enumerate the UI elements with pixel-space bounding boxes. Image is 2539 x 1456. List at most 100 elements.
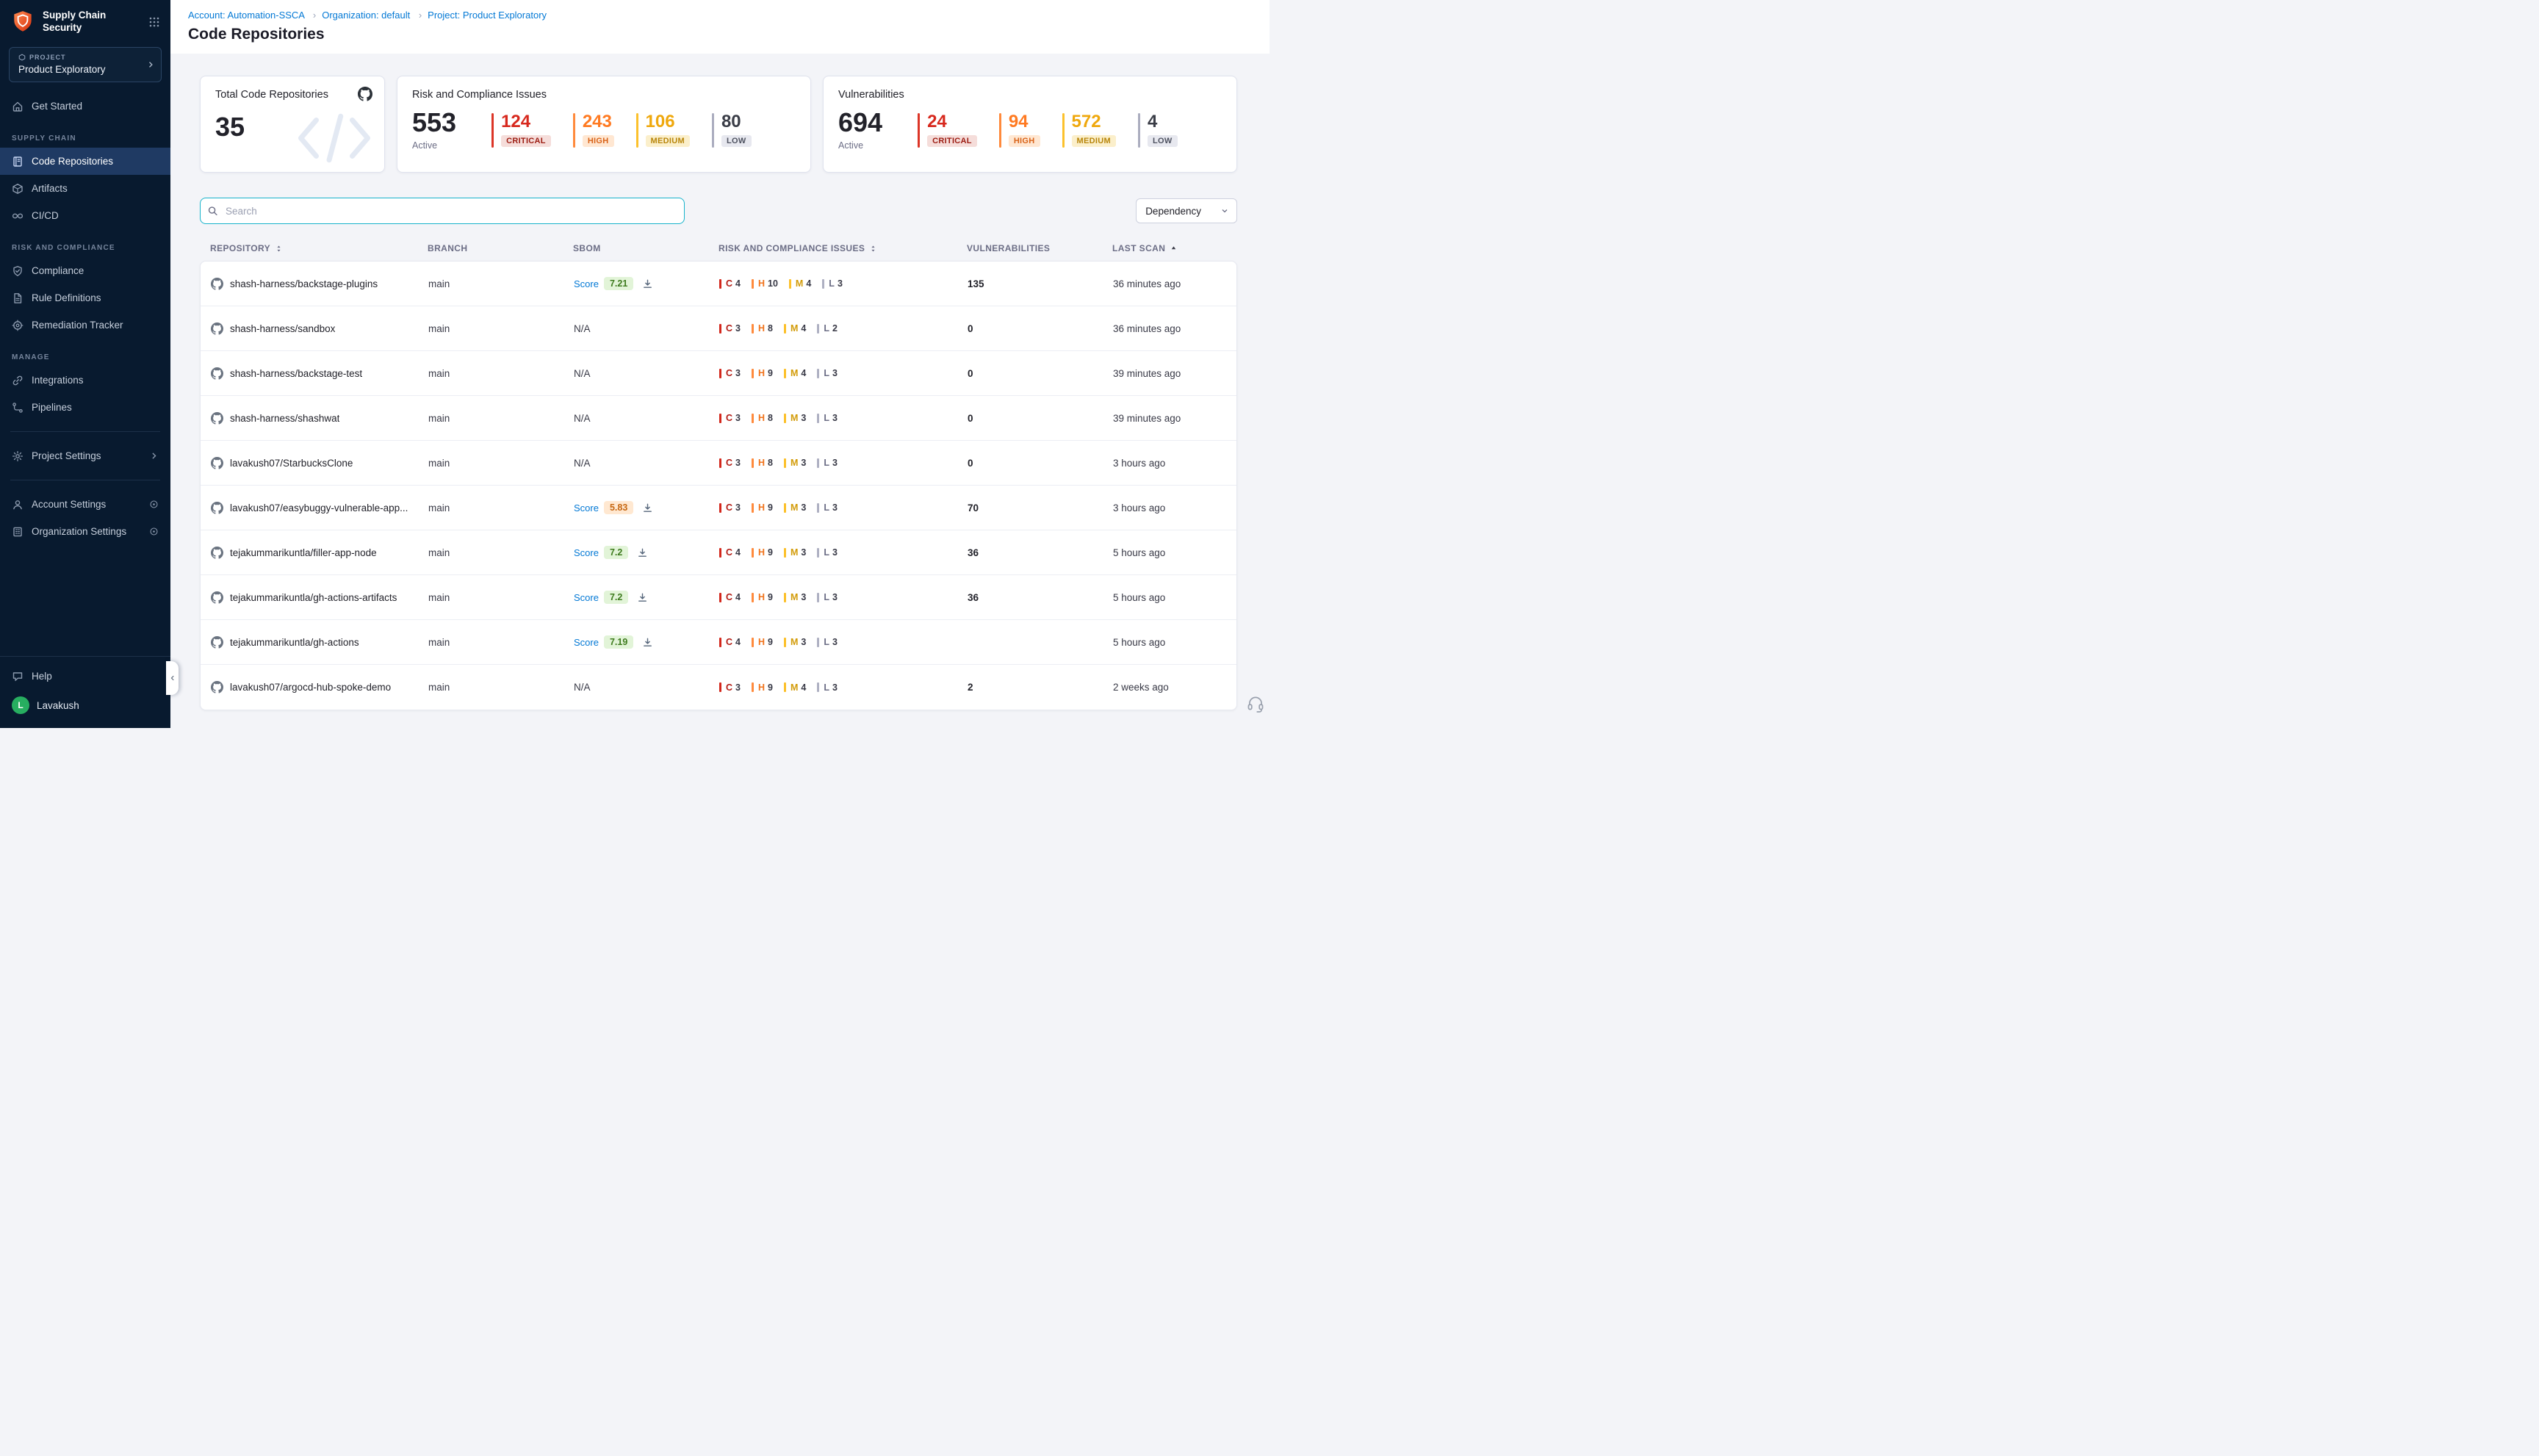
home-icon	[12, 101, 24, 112]
low-count: L2	[817, 323, 838, 334]
sbom-score-value[interactable]: 7.2	[604, 546, 628, 559]
breadcrumb-link[interactable]: Account: Automation-SSCA	[188, 10, 304, 21]
sidebar-item-artifacts[interactable]: Artifacts	[0, 175, 170, 202]
severity-count: 106	[646, 113, 690, 131]
high-count: H9	[752, 682, 773, 693]
sidebar-nav: Get Started SUPPLY CHAIN Code Repositori…	[0, 85, 170, 656]
table-row[interactable]: shash-harness/sandbox main N/A C3 H8 M4 …	[201, 306, 1236, 351]
chevron-right-icon	[149, 451, 159, 461]
artifact-icon	[12, 183, 24, 195]
sidebar-item-compliance[interactable]: Compliance	[0, 257, 170, 284]
sbom-score-value[interactable]: 7.21	[604, 277, 633, 290]
sidebar-item-remediation-tracker[interactable]: Remediation Tracker	[0, 311, 170, 339]
severity-count: 94	[1009, 113, 1040, 131]
severity-stat: 124 CRITICAL	[491, 113, 551, 148]
table-row[interactable]: lavakush07/StarbucksClone main N/A C3 H8…	[201, 441, 1236, 486]
github-icon	[211, 547, 223, 559]
project-selector[interactable]: PROJECT Product Exploratory	[9, 47, 162, 82]
app-root: Supply Chain Security PROJECT Product Ex…	[0, 0, 1270, 728]
github-icon	[211, 457, 223, 469]
table-row[interactable]: tejakummarikuntla/filler-app-node main S…	[201, 530, 1236, 575]
sidebar-item-pipelines[interactable]: Pipelines	[0, 394, 170, 421]
critical-count: C4	[719, 637, 741, 647]
total-repos-value: 35	[215, 114, 370, 140]
medium-count: M3	[784, 458, 806, 468]
sidebar-item-get-started[interactable]: Get Started	[0, 93, 170, 120]
download-sbom-icon[interactable]	[642, 502, 653, 513]
low-count: L3	[817, 502, 838, 513]
module-switcher-icon[interactable]	[148, 16, 160, 28]
download-sbom-icon[interactable]	[642, 278, 653, 289]
risk-issues-cell: C4 H10 M4 L3	[719, 278, 968, 289]
risk-issues-cell: C3 H9 M4 L3	[719, 368, 968, 378]
sbom-cell: N/A	[574, 368, 719, 379]
repository-cell: tejakummarikuntla/gh-actions	[211, 636, 428, 649]
sbom-cell: N/A	[574, 458, 719, 469]
sbom-score-value[interactable]: 5.83	[604, 501, 633, 514]
last-scan-cell: 5 hours ago	[1113, 547, 1223, 558]
sbom-score-value[interactable]: 7.2	[604, 591, 628, 604]
branch-cell: main	[428, 682, 574, 693]
content: Total Code Repositories 35 Risk and Comp…	[170, 54, 1270, 710]
sbom-cell: N/A	[574, 413, 719, 424]
medium-count: M3	[784, 413, 806, 423]
table-row[interactable]: lavakush07/argocd-hub-spoke-demo main N/…	[201, 665, 1236, 710]
chevron-down-icon	[1220, 206, 1229, 215]
risk-issues-cell: C3 H8 M4 L2	[719, 323, 968, 334]
severity-stat: 572 MEDIUM	[1062, 113, 1116, 148]
table-row[interactable]: shash-harness/backstage-test main N/A C3…	[201, 351, 1236, 396]
branch-cell: main	[428, 547, 574, 558]
high-count: H9	[752, 368, 773, 378]
pipelines-icon	[12, 402, 24, 414]
breadcrumb-link[interactable]: Organization: default	[322, 10, 410, 21]
sidebar-item-help[interactable]: Help	[0, 663, 170, 690]
sidebar-item-integrations[interactable]: Integrations	[0, 367, 170, 394]
severity-stat: 4 LOW	[1138, 113, 1178, 148]
low-count: L3	[817, 547, 838, 558]
dependency-dropdown[interactable]: Dependency	[1136, 198, 1237, 223]
severity-bar	[636, 113, 638, 148]
sidebar-item-account-settings[interactable]: Account Settings	[0, 491, 170, 518]
medium-count: M4	[784, 368, 806, 378]
sidebar-item-rule-definitions[interactable]: Rule Definitions	[0, 284, 170, 311]
sbom-score-label: Score	[574, 502, 599, 513]
severity-bar	[491, 113, 494, 148]
table-row[interactable]: shash-harness/shashwat main N/A C3 H8 M3…	[201, 396, 1236, 441]
table-row[interactable]: lavakush07/easybuggy-vulnerable-app... m…	[201, 486, 1236, 530]
branch-cell: main	[428, 368, 574, 379]
sidebar-collapse-handle[interactable]	[166, 661, 179, 695]
search-input[interactable]	[200, 198, 685, 224]
support-icon[interactable]	[1246, 694, 1265, 713]
last-scan-cell: 3 hours ago	[1113, 458, 1223, 469]
repositories-table: shash-harness/backstage-plugins main Sco…	[200, 261, 1237, 710]
repository-cell: shash-harness/sandbox	[211, 322, 428, 335]
column-header-last-scan[interactable]: LAST SCAN	[1112, 243, 1224, 253]
download-sbom-icon[interactable]	[642, 637, 653, 648]
github-icon	[211, 681, 223, 693]
sidebar-item-code-repositories[interactable]: Code Repositories	[0, 148, 170, 175]
branch-cell: main	[428, 413, 574, 424]
breadcrumb-link[interactable]: Project: Product Exploratory	[428, 10, 547, 21]
sidebar-item-organization-settings[interactable]: Organization Settings	[0, 518, 170, 545]
critical-count: C3	[719, 682, 741, 693]
download-sbom-icon[interactable]	[637, 592, 648, 603]
sbom-na: N/A	[574, 458, 591, 469]
low-count: L3	[817, 637, 838, 647]
sidebar-item-cicd[interactable]: CI/CD	[0, 202, 170, 229]
column-header-branch: BRANCH	[428, 243, 573, 253]
column-header-repository[interactable]: REPOSITORY	[210, 243, 428, 253]
sbom-score-label: Score	[574, 592, 599, 603]
severity-bar	[1062, 113, 1065, 148]
github-icon	[211, 636, 223, 649]
table-row[interactable]: tejakummarikuntla/gh-actions main Score …	[201, 620, 1236, 665]
low-count: L3	[817, 413, 838, 423]
column-header-risk-issues[interactable]: RISK AND COMPLIANCE ISSUES	[719, 243, 967, 253]
table-row[interactable]: tejakummarikuntla/gh-actions-artifacts m…	[201, 575, 1236, 620]
sbom-score-value[interactable]: 7.19	[604, 635, 633, 649]
severity-count: 80	[721, 113, 752, 131]
download-sbom-icon[interactable]	[637, 547, 648, 558]
sidebar-item-project-settings[interactable]: Project Settings	[0, 442, 170, 469]
user-menu[interactable]: L Lavakush	[0, 690, 170, 721]
table-row[interactable]: shash-harness/backstage-plugins main Sco…	[201, 262, 1236, 306]
risk-issues-cell: C4 H9 M3 L3	[719, 592, 968, 602]
